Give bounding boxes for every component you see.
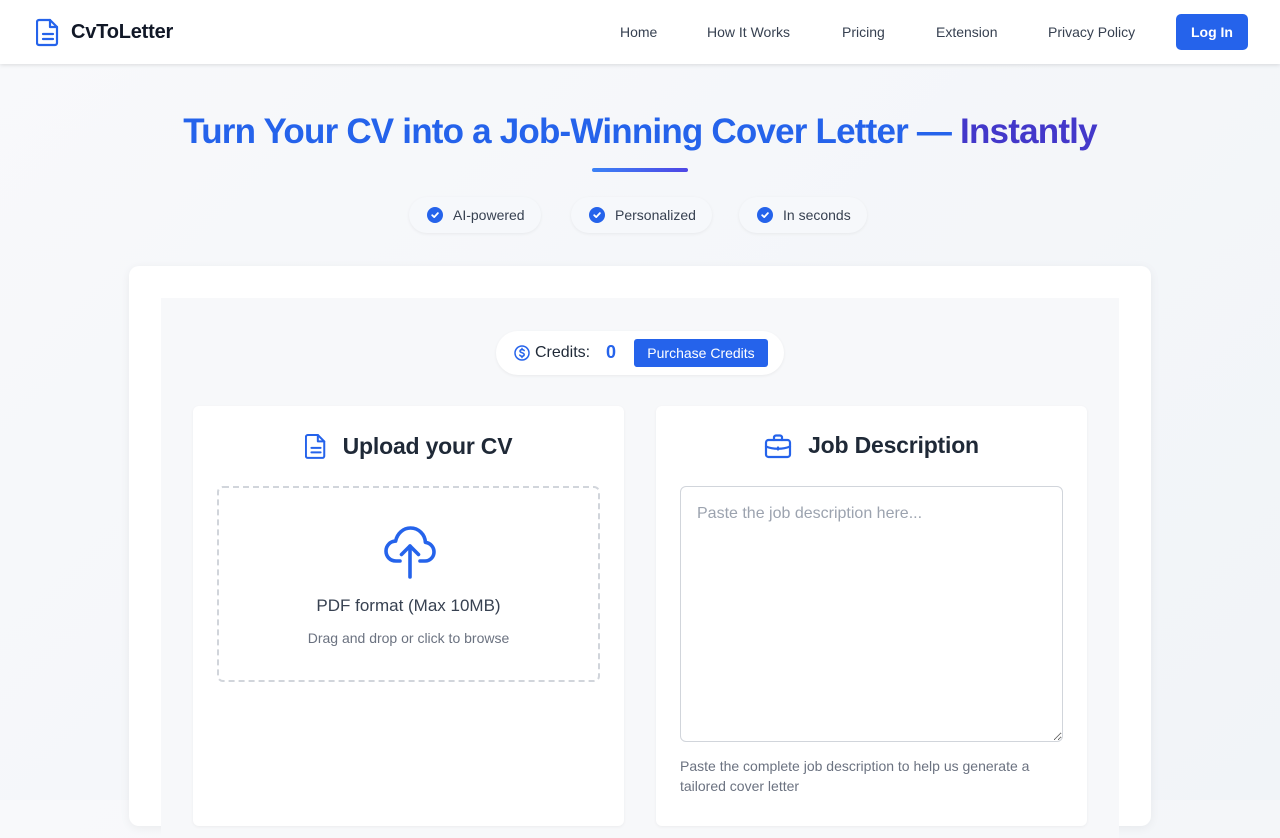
generator-inner-area: Credits: 0 Purchase Credits Upload your …: [161, 298, 1119, 838]
cloud-upload-icon: [383, 521, 437, 586]
nav-link-extension[interactable]: Extension: [936, 24, 997, 40]
feature-pill-in-seconds: In seconds: [739, 197, 867, 233]
feature-pill-ai-powered: AI-powered: [409, 197, 541, 233]
dropzone-format-text: PDF format (Max 10MB): [316, 596, 501, 615]
job-description-input[interactable]: [680, 486, 1063, 742]
feature-pill-label: In seconds: [783, 207, 851, 223]
briefcase-icon: [764, 433, 792, 458]
nav-link-home[interactable]: Home: [620, 24, 657, 40]
brand-name: CvToLetter: [71, 20, 174, 43]
check-circle-icon: [589, 207, 605, 223]
document-icon: [304, 433, 325, 459]
job-description-panel: Job Description Paste the complete job d…: [656, 406, 1087, 826]
document-icon: [36, 18, 59, 47]
purchase-credits-button[interactable]: Purchase Credits: [634, 339, 768, 367]
job-description-header: Job Description: [656, 432, 1087, 459]
nav-link-how-it-works[interactable]: How It Works: [707, 24, 790, 40]
credits-value: 0: [606, 342, 617, 362]
top-navigation-bar: CvToLetter Home How It Works Pricing Ext…: [0, 0, 1280, 64]
hero-underline: [592, 168, 688, 172]
login-button[interactable]: Log In: [1176, 14, 1248, 50]
brand-logo-link[interactable]: CvToLetter: [36, 17, 173, 47]
job-description-title: Job Description: [808, 432, 979, 458]
credits-widget: Credits: 0 Purchase Credits: [496, 331, 784, 375]
generator-card: Credits: 0 Purchase Credits Upload your …: [129, 266, 1151, 838]
nav-link-pricing[interactable]: Pricing: [842, 24, 885, 40]
upload-cv-panel: Upload your CV PDF format (Max 10MB) Dra…: [193, 406, 624, 826]
dropzone-hint-text: Drag and drop or click to browse: [307, 630, 510, 646]
feature-pill-personalized: Personalized: [571, 197, 712, 233]
check-circle-icon: [757, 207, 773, 223]
job-description-hint: Paste the complete job description to he…: [680, 758, 1030, 794]
upload-cv-header: Upload your CV: [193, 432, 624, 460]
hero-title-highlight: Instantly: [960, 112, 1098, 151]
hero-title: Turn Your CV into a Job-Winning Cover Le…: [0, 112, 1280, 152]
check-circle-icon: [427, 207, 443, 223]
credits-label: Credits:: [535, 344, 591, 361]
hero-title-main: Turn Your CV into a Job-Winning Cover Le…: [183, 112, 961, 151]
feature-pill-label: Personalized: [615, 207, 696, 223]
upload-cv-title: Upload your CV: [342, 432, 513, 459]
nav-link-privacy-policy[interactable]: Privacy Policy: [1048, 24, 1135, 40]
feature-pill-label: AI-powered: [453, 207, 525, 223]
cv-dropzone[interactable]: PDF format (Max 10MB) Drag and drop or c…: [217, 486, 600, 682]
dollar-circle-icon: [514, 345, 530, 366]
